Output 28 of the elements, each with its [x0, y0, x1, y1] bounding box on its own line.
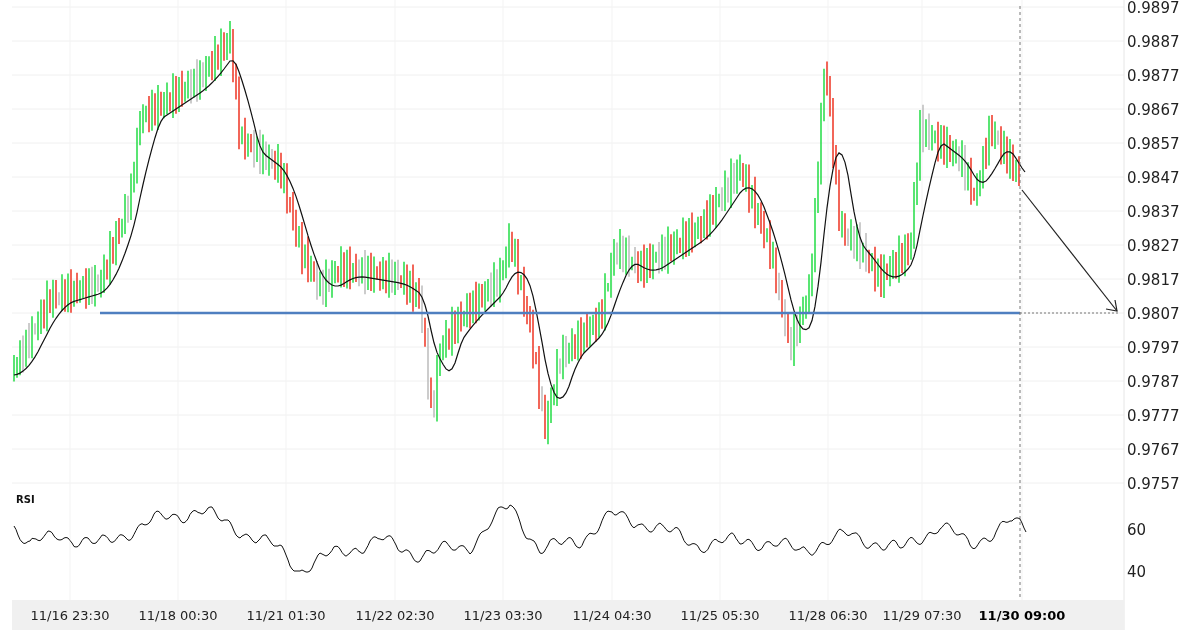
time-tick-label: 11/18 00:30: [138, 608, 218, 623]
price-tick-label: 0.9817: [1127, 271, 1180, 289]
price-tick-label: 0.9897: [1127, 0, 1180, 17]
price-tick-label: 0.9807: [1127, 305, 1180, 323]
price-tick-label: 0.9887: [1127, 33, 1180, 51]
time-tick-label: 11/28 06:30: [788, 608, 868, 623]
price-tick-label: 0.9857: [1127, 135, 1180, 153]
price-tick-label: 0.9877: [1127, 67, 1180, 85]
price-tick-label: 0.9837: [1127, 203, 1180, 221]
time-tick-label: 11/24 04:30: [572, 608, 652, 623]
rsi-tick-label: 40: [1127, 563, 1147, 581]
price-tick-label: 0.9787: [1127, 373, 1180, 391]
price-tick-label: 0.9757: [1127, 475, 1180, 493]
price-tick-label: 0.9767: [1127, 441, 1180, 459]
time-tick-label: 11/25 05:30: [680, 608, 760, 623]
price-tick-label: 0.9777: [1127, 407, 1180, 425]
price-tick-label: 0.9867: [1127, 101, 1180, 119]
time-tick-label: 11/23 03:30: [463, 608, 543, 623]
time-tick-label: 11/30 09:00: [978, 608, 1066, 623]
time-tick-label: 11/16 23:30: [30, 608, 110, 623]
rsi-tick-label: 60: [1127, 521, 1147, 539]
price-tick-label: 0.9827: [1127, 237, 1180, 255]
rsi-title: RSI: [16, 494, 35, 505]
price-tick-label: 0.9847: [1127, 169, 1180, 187]
price-tick-label: 0.9797: [1127, 339, 1180, 357]
time-tick-label: 11/29 07:30: [882, 608, 962, 623]
time-tick-label: 11/22 02:30: [355, 608, 435, 623]
time-tick-label: 11/21 01:30: [246, 608, 326, 623]
